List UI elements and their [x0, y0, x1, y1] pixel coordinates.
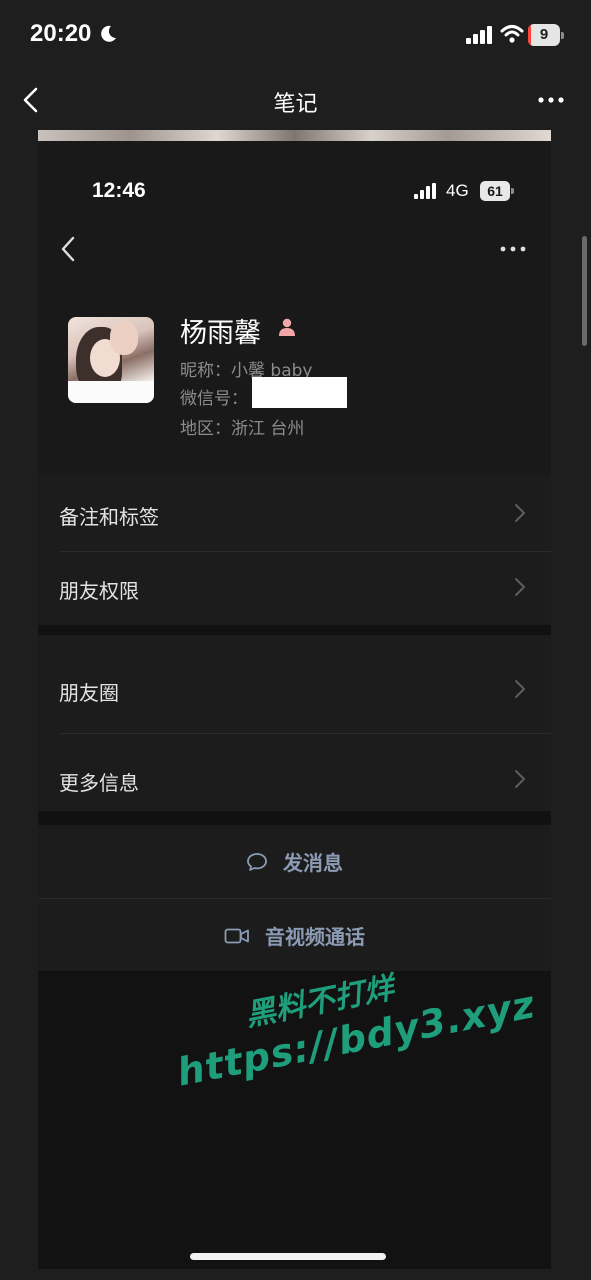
section-gap [38, 811, 551, 825]
menu-item-remark-tags: 备注和标签 [38, 477, 551, 549]
av-call-label: 音视频通话 [264, 925, 365, 949]
profile-region: 地区：浙江 台州 [180, 419, 305, 439]
moon-icon [101, 25, 116, 42]
home-indicator[interactable] [190, 1253, 386, 1260]
video-call-icon [224, 928, 249, 943]
send-message-label: 发消息 [282, 851, 343, 875]
menu-item-moments: 朋友圈 [38, 653, 551, 725]
menu-item-friend-permissions: 朋友权限 [38, 551, 551, 623]
chevron-right-icon [515, 578, 525, 596]
wifi-icon [500, 25, 524, 43]
chevron-right-icon [515, 680, 525, 698]
status-time: 20:20 [30, 20, 92, 47]
screenshot-network-type: 4G [446, 181, 469, 200]
screenshot-signal-icon [414, 183, 436, 199]
screenshot-battery-icon: 61 [480, 181, 516, 201]
section-gap [38, 625, 551, 635]
menu-item-label: 备注和标签 [59, 505, 159, 529]
nav-bar: 笔记 [0, 72, 591, 128]
screenshot-battery-percentage: 61 [487, 183, 503, 199]
send-message-button: 发消息 [38, 825, 551, 897]
divider [59, 733, 551, 734]
more-options-button[interactable] [536, 86, 566, 114]
signal-icon [466, 26, 492, 44]
profile-wechat-id-label: 微信号： [180, 389, 248, 409]
screenshot-status-bar: 12:46 4G 61 [38, 141, 551, 231]
scrollbar[interactable] [582, 236, 587, 346]
menu-group-social: 朋友圈 更多信息 [38, 635, 551, 811]
status-bar: 20:20 9 [0, 0, 591, 70]
redacted-wechat-id [252, 377, 347, 408]
page-title: 笔记 [273, 92, 318, 117]
chat-bubble-icon [247, 852, 267, 871]
avatar [68, 317, 154, 403]
menu-item-label: 更多信息 [59, 771, 139, 795]
screenshot-back-icon [61, 236, 75, 262]
female-gender-icon [279, 318, 295, 336]
menu-item-label: 朋友权限 [59, 579, 139, 603]
chevron-right-icon [515, 770, 525, 788]
menu-group-contact: 备注和标签 朋友权限 [38, 475, 551, 625]
previous-image-strip [38, 130, 551, 141]
chevron-right-icon [515, 504, 525, 522]
menu-item-more-info: 更多信息 [38, 743, 551, 815]
menu-item-label: 朋友圈 [59, 681, 119, 705]
battery-percentage: 9 [539, 26, 549, 43]
battery-icon: 9 [528, 24, 566, 46]
screenshot-more-icon [500, 246, 526, 252]
screenshot-time: 12:46 [92, 179, 146, 202]
profile-name: 杨雨馨 [180, 318, 261, 349]
